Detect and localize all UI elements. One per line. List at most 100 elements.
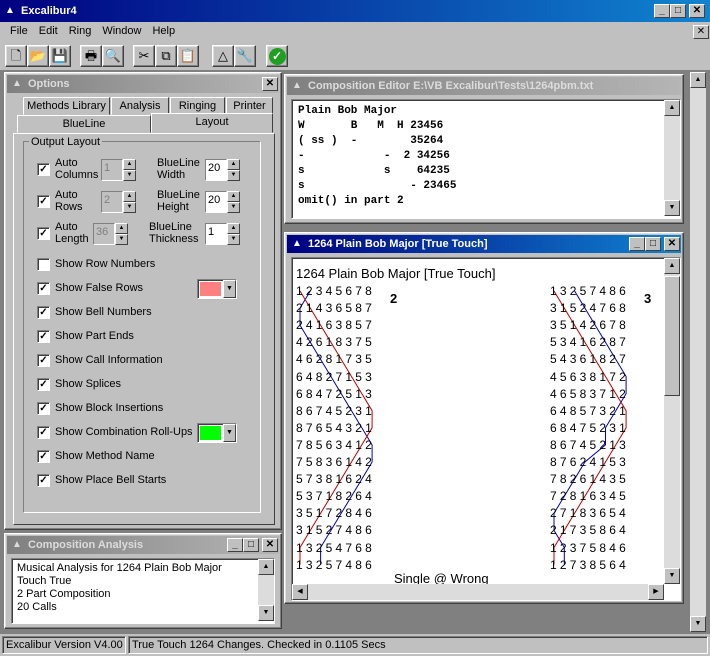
analysis-scrollbar[interactable]: ▲ ▼	[258, 559, 274, 621]
menu-ring[interactable]: Ring	[69, 25, 92, 41]
print-preview-icon[interactable]: 🔍	[102, 45, 124, 67]
bell-icon[interactable]: △	[212, 45, 234, 67]
close-button[interactable]: ✕	[689, 4, 705, 18]
menu-file[interactable]: File	[10, 25, 28, 41]
blueline-width-label: BlueLine Width	[157, 157, 200, 181]
touch-close-button[interactable]: ✕	[664, 237, 680, 251]
cut-icon[interactable]: ✂	[133, 45, 155, 67]
show-place-bell-starts-label: Show Place Bell Starts	[55, 474, 167, 486]
change-row: 31527486	[296, 523, 375, 538]
analysis-line: Musical Analysis for 1264 Plain Bob Majo…	[17, 562, 222, 574]
change-row: 87624153	[550, 455, 629, 469]
analysis-maximize-button[interactable]: □	[243, 538, 259, 552]
auto-rows-input[interactable]: 2	[101, 191, 123, 213]
touch-title-bar: ▲ 1264 Plain Bob Major [True Touch] _ □ …	[287, 235, 681, 253]
check-icon[interactable]: ✓	[266, 45, 288, 67]
auto-length-spinner[interactable]: ▲ ▼	[115, 223, 128, 245]
touch-minimize-button[interactable]: _	[629, 237, 645, 251]
analysis-text-area[interactable]: Musical Analysis for 1264 Plain Bob Majo…	[11, 558, 275, 624]
blueline-thickness-spinner[interactable]: ▲ ▼	[227, 223, 240, 245]
status-touch: True Touch 1264 Changes. Checked in 0.11…	[128, 636, 708, 654]
menu-window[interactable]: Window	[102, 25, 141, 41]
show-bell-numbers-label: Show Bell Numbers	[55, 306, 152, 318]
tab-blueline[interactable]: BlueLine	[17, 115, 151, 133]
auto-length-checkbox[interactable]: ✓	[37, 227, 50, 240]
tools-icon[interactable]: 🔧	[234, 45, 256, 67]
bell-icon: ▲	[12, 78, 22, 89]
change-row: 12345678	[296, 284, 375, 298]
options-close-button[interactable]: ✕	[262, 77, 278, 91]
menu-help[interactable]: Help	[152, 25, 175, 41]
change-row: 64857321	[550, 403, 629, 418]
change-row: 53416287	[550, 335, 629, 350]
copy-icon[interactable]: ⧉	[155, 45, 177, 67]
show-combination-rollups-checkbox[interactable]: ✓	[37, 426, 50, 439]
app-title: Excalibur4	[21, 5, 77, 17]
change-row: 86745213	[550, 437, 629, 452]
rollups-color-picker[interactable]: ▼	[197, 423, 237, 443]
editor-line: - - 2 34256	[298, 150, 450, 162]
menu-bar: File Edit Ring Window Help	[10, 25, 186, 41]
auto-columns-spinner[interactable]: ▲ ▼	[123, 159, 136, 181]
analysis-minimize-button[interactable]: _	[227, 538, 243, 552]
mdi-vscroll[interactable]: ▲ ▼	[690, 72, 706, 632]
menu-edit[interactable]: Edit	[39, 25, 58, 41]
blueline-height-input[interactable]: 20	[205, 191, 227, 213]
maximize-button[interactable]: □	[670, 4, 686, 18]
analysis-line: Touch True	[17, 575, 72, 587]
change-row: 13254768	[296, 540, 375, 555]
editor-scrollbar[interactable]: ▲ ▼	[664, 100, 680, 216]
auto-rows-spinner[interactable]: ▲ ▼	[123, 191, 136, 213]
show-part-ends-checkbox[interactable]: ✓	[37, 330, 50, 343]
editor-title: Composition Editor E:\VB Excalibur\Tests…	[308, 80, 594, 92]
options-title: Options	[28, 78, 70, 90]
change-row: 46583712	[550, 386, 629, 401]
change-row: 35142678	[550, 318, 629, 333]
change-row: 21436587	[296, 301, 375, 316]
touch-vscroll[interactable]: ▲ ▼	[664, 258, 680, 584]
tab-layout[interactable]: Layout	[151, 113, 273, 133]
bell-icon: ▲	[292, 238, 302, 249]
auto-rows-checkbox[interactable]: ✓	[37, 195, 50, 208]
touch-hscroll[interactable]: ◀ ▶	[292, 584, 664, 600]
show-block-insertions-checkbox[interactable]: ✓	[37, 402, 50, 415]
show-row-numbers-checkbox[interactable]	[37, 258, 50, 271]
mdi-close-button[interactable]: ✕	[693, 25, 709, 39]
show-call-information-checkbox[interactable]: ✓	[37, 354, 50, 367]
show-false-rows-checkbox[interactable]: ✓	[37, 282, 50, 295]
change-row: 12375846	[550, 540, 629, 555]
save-icon[interactable]: 💾	[49, 45, 71, 67]
editor-line: omit() in part 2	[298, 195, 404, 207]
show-combination-rollups-label: Show Combination Roll-Ups	[55, 426, 193, 438]
show-method-name-label: Show Method Name	[55, 450, 155, 462]
new-icon[interactable]: 🗋	[5, 45, 27, 67]
open-icon[interactable]: 📂	[27, 45, 49, 67]
blueline-thickness-input[interactable]: 1	[205, 223, 227, 245]
blueline-height-label: BlueLine Height	[157, 189, 200, 213]
touch-view[interactable]: 1264 Plain Bob Major [True Touch] 123456…	[291, 257, 681, 601]
show-place-bell-starts-checkbox[interactable]: ✓	[37, 474, 50, 487]
editor-window: ▲ Composition Editor E:\VB Excalibur\Tes…	[284, 74, 684, 224]
blueline-height-spinner[interactable]: ▲ ▼	[227, 191, 240, 213]
blueline-width-input[interactable]: 20	[205, 159, 227, 181]
auto-length-input[interactable]: 36	[93, 223, 115, 245]
blueline-width-spinner[interactable]: ▲ ▼	[227, 159, 240, 181]
show-splices-checkbox[interactable]: ✓	[37, 378, 50, 391]
show-bell-numbers-checkbox[interactable]: ✓	[37, 306, 50, 319]
touch-window: ▲ 1264 Plain Bob Major [True Touch] _ □ …	[284, 232, 684, 604]
minimize-button[interactable]: _	[654, 4, 670, 18]
tab-methods-library[interactable]: Methods Library	[23, 97, 110, 115]
change-row: 87654321	[296, 420, 375, 435]
analysis-close-button[interactable]: ✕	[262, 538, 278, 552]
change-row: 45638172	[550, 369, 629, 384]
bell-app-icon: ▲	[5, 5, 15, 16]
show-method-name-checkbox[interactable]: ✓	[37, 450, 50, 463]
paste-icon[interactable]: 📋	[177, 45, 199, 67]
auto-columns-checkbox[interactable]: ✓	[37, 163, 50, 176]
change-row: 24163857	[296, 318, 375, 333]
editor-text-area[interactable]: Plain Bob Major W B M H 23456 ( ss ) - 3…	[291, 99, 681, 219]
auto-columns-input[interactable]: 1	[101, 159, 123, 181]
print-icon[interactable]: 🖶	[80, 45, 102, 67]
touch-maximize-button[interactable]: □	[645, 237, 661, 251]
false-rows-color-picker[interactable]: ▼	[197, 279, 237, 299]
